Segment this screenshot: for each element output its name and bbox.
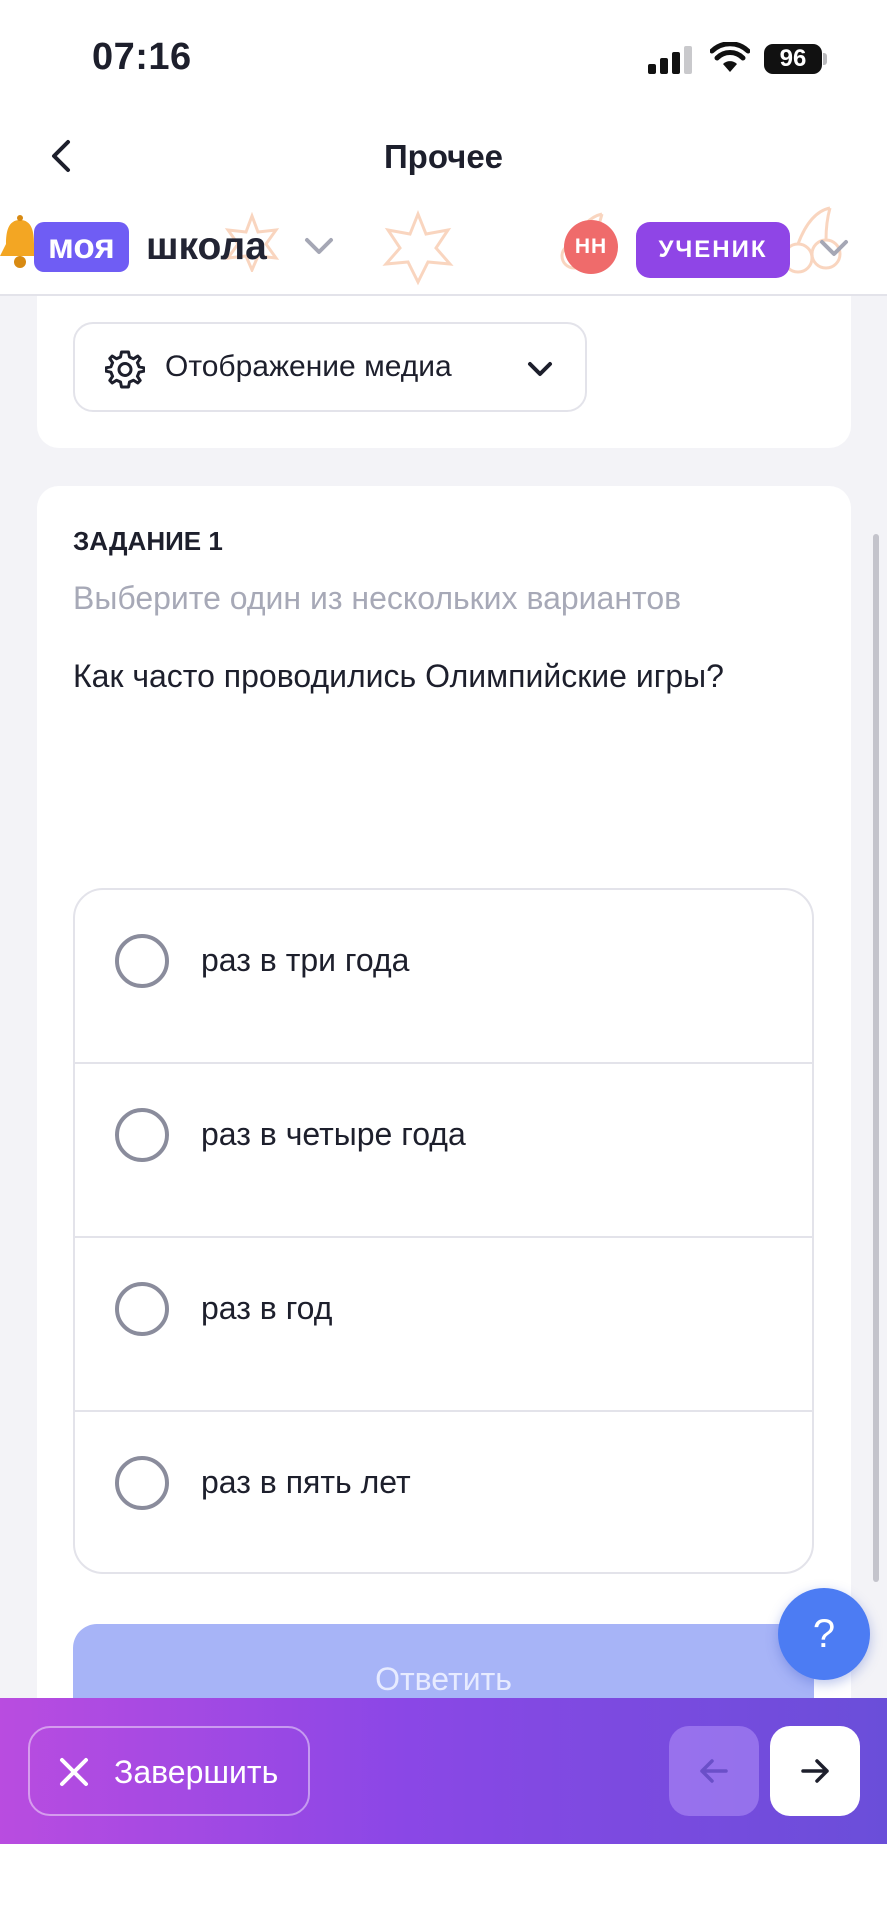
wifi-icon	[710, 42, 750, 72]
status-time: 07:16	[92, 36, 192, 78]
answer-option-label: раз в пять лет	[201, 1464, 411, 1500]
bottom-safe-area	[0, 1844, 887, 1920]
next-task-button[interactable]	[770, 1726, 860, 1816]
media-display-label: Отображение медиа	[165, 350, 452, 383]
app-header: моя школа НН УЧЕНИК	[0, 198, 887, 296]
battery-indicator: 96	[764, 44, 822, 74]
chevron-down-icon[interactable]	[817, 236, 851, 260]
role-badge[interactable]: УЧЕНИК	[636, 222, 790, 278]
logo-shkola: школа	[146, 225, 267, 268]
answer-option[interactable]: раз в пять лет	[75, 1412, 812, 1572]
page-title: Прочее	[383, 138, 504, 175]
task-card: ЗАДАНИЕ 1 Выберите один из нескольких ва…	[37, 486, 851, 1736]
gear-icon	[105, 350, 145, 389]
answer-option-label: раз в четыре года	[201, 1116, 466, 1152]
bottom-action-bar: Завершить	[0, 1698, 887, 1844]
radio-button[interactable]	[115, 1282, 169, 1336]
battery-tip	[823, 53, 827, 65]
scrollbar[interactable]	[873, 534, 879, 1582]
previous-task-button[interactable]	[669, 1726, 759, 1816]
radio-button[interactable]	[115, 934, 169, 988]
arrow-right-icon	[801, 1759, 829, 1783]
task-question: Как часто проводились Олимпийские игры?	[73, 658, 724, 694]
radio-button[interactable]	[115, 1108, 169, 1162]
media-settings-card: Отображение медиа	[37, 296, 851, 448]
task-hint: Выберите один из нескольких вариантов	[73, 580, 682, 616]
answer-option[interactable]: раз в четыре года	[75, 1064, 812, 1238]
answer-option-label: раз в три года	[201, 942, 410, 978]
close-icon	[60, 1758, 88, 1786]
answer-options: раз в три года раз в четыре года раз в г…	[73, 888, 814, 1574]
answer-option-label: раз в год	[201, 1290, 333, 1326]
task-number: ЗАДАНИЕ 1	[73, 526, 223, 556]
radio-button[interactable]	[115, 1456, 169, 1510]
answer-option[interactable]: раз в год	[75, 1238, 812, 1412]
arrow-left-icon	[700, 1759, 728, 1783]
finish-button[interactable]: Завершить	[28, 1726, 310, 1816]
avatar[interactable]: НН	[564, 220, 618, 274]
chevron-down-icon[interactable]	[302, 234, 336, 258]
chevron-down-icon	[528, 362, 552, 376]
finish-label: Завершить	[114, 1754, 279, 1790]
media-display-button[interactable]: Отображение медиа	[73, 322, 587, 412]
logo-moya: моя	[34, 222, 129, 272]
status-bar: 07:16 96	[0, 0, 887, 118]
navigation-bar: Прочее	[0, 118, 887, 198]
decorative-leaf-icon	[382, 209, 454, 286]
cellular-signal-icon	[648, 46, 692, 74]
answer-option[interactable]: раз в три года	[75, 890, 812, 1064]
help-button[interactable]: ?	[778, 1588, 870, 1680]
